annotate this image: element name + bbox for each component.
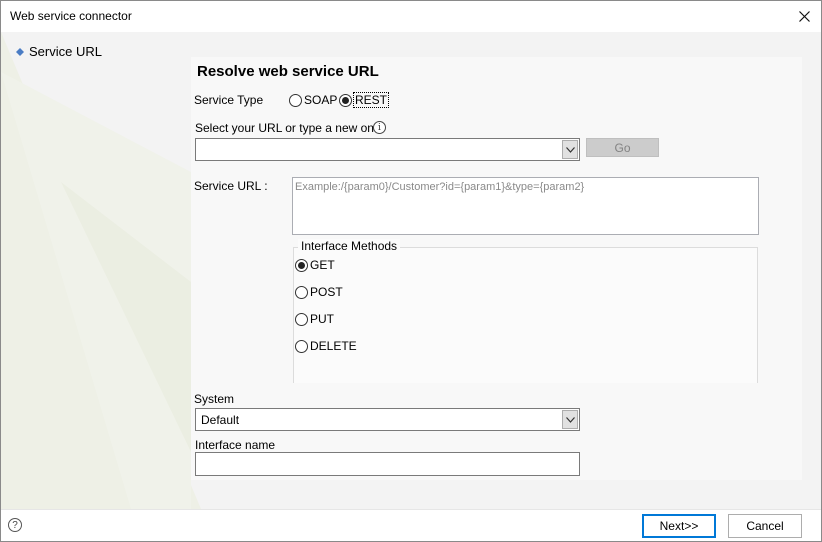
system-combobox-value: Default — [201, 413, 240, 427]
interface-name-input[interactable] — [195, 452, 580, 476]
help-icon[interactable]: ? — [8, 518, 22, 532]
info-icon[interactable]: i — [373, 121, 386, 134]
dialog-window: Web service connector Service URL Resolv… — [0, 0, 822, 542]
close-icon — [798, 10, 810, 22]
diamond-bullet-icon — [16, 47, 24, 56]
window-title: Web service connector — [10, 9, 132, 23]
chevron-down-icon — [565, 416, 575, 423]
service-url-label: Service URL : — [194, 179, 268, 193]
url-combobox[interactable] — [195, 138, 580, 161]
nav-item-label: Service URL — [29, 44, 102, 59]
rest-radio[interactable]: REST — [339, 92, 390, 108]
get-radio-label: GET — [310, 258, 335, 272]
post-radio-label: POST — [310, 285, 343, 299]
delete-radio-circle[interactable] — [295, 339, 308, 353]
soap-radio-circle[interactable] — [289, 93, 302, 107]
soap-radio[interactable]: SOAP — [289, 93, 337, 107]
get-radio[interactable]: GET — [295, 258, 335, 272]
rest-radio-circle[interactable] — [339, 93, 352, 107]
cancel-button[interactable]: Cancel — [728, 514, 802, 538]
next-button[interactable]: Next>> — [642, 514, 716, 538]
chevron-down-icon — [565, 146, 575, 153]
system-label: System — [194, 392, 235, 406]
put-radio-label: PUT — [310, 312, 334, 326]
service-url-input[interactable]: Example:/{param0}/Customer?id={param1}&t… — [292, 177, 759, 235]
delete-radio[interactable]: DELETE — [295, 339, 357, 353]
url-combobox-dropdown[interactable] — [562, 140, 578, 159]
post-radio-circle[interactable] — [295, 285, 308, 299]
system-combobox[interactable]: Default — [195, 408, 580, 431]
delete-radio-label: DELETE — [310, 339, 357, 353]
put-radio-circle[interactable] — [295, 312, 308, 326]
interface-methods-title: Interface Methods — [298, 239, 401, 253]
put-radio[interactable]: PUT — [295, 312, 334, 326]
url-select-label: Select your URL or type a new one — [195, 121, 381, 135]
service-type-label: Service Type — [194, 93, 264, 107]
interface-name-label: Interface name — [195, 438, 276, 452]
get-radio-circle[interactable] — [295, 258, 308, 272]
go-button[interactable]: Go — [586, 138, 659, 157]
interface-methods-group — [293, 247, 758, 383]
page-title: Resolve web service URL — [197, 63, 379, 80]
system-combobox-dropdown[interactable] — [562, 410, 578, 429]
footer-bar: ? Next>> Cancel — [1, 509, 821, 541]
soap-radio-label: SOAP — [304, 93, 338, 107]
rest-radio-label: REST — [352, 92, 390, 108]
close-button[interactable] — [793, 6, 815, 26]
title-bar: Web service connector — [1, 1, 821, 32]
post-radio[interactable]: POST — [295, 285, 343, 299]
nav-item-service-url[interactable]: Service URL — [16, 44, 102, 59]
